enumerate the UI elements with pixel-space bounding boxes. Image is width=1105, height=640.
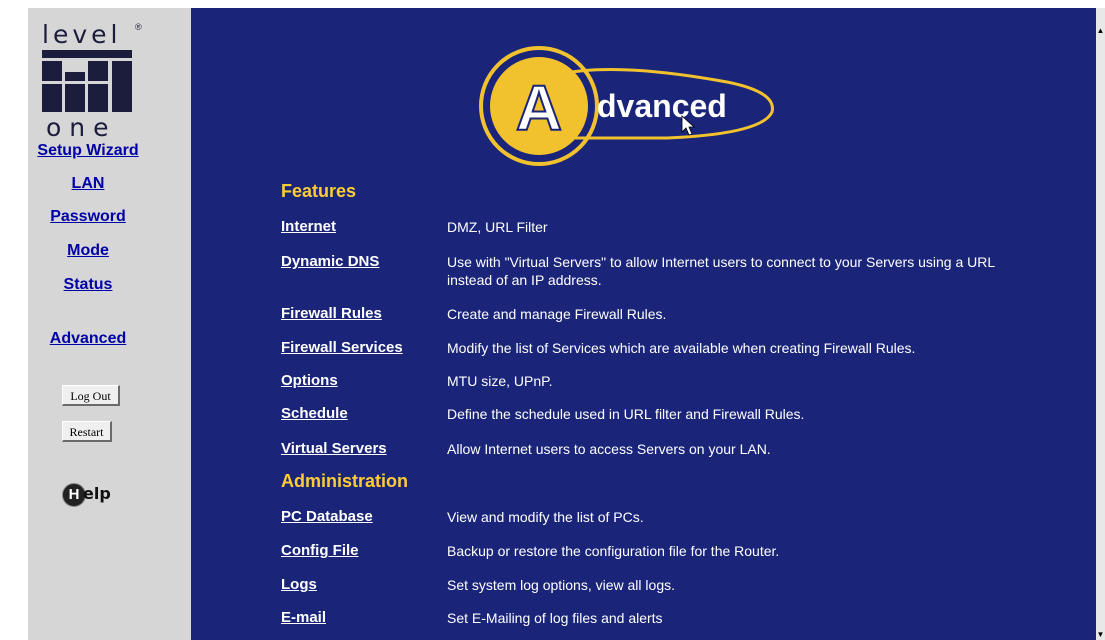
- desc-virtual-servers: Allow Internet users to access Servers o…: [447, 441, 771, 457]
- banner-letter: A: [516, 72, 562, 144]
- nav-password[interactable]: Password: [28, 208, 148, 226]
- administration-heading: Administration: [281, 471, 409, 491]
- nav-lan[interactable]: LAN: [28, 175, 148, 193]
- link-email[interactable]: E-mail: [281, 609, 326, 626]
- desc-firewall-rules: Create and manage Firewall Rules.: [447, 306, 667, 322]
- desc-logs: Set system log options, view all logs.: [447, 577, 675, 593]
- link-firewall-services[interactable]: Firewall Services: [281, 339, 403, 356]
- link-logs[interactable]: Logs: [281, 576, 317, 593]
- desc-dynamic-dns: Use with "Virtual Servers" to allow Inte…: [447, 254, 995, 288]
- main-content: A dvanced Features Internet DMZ, URL Fil…: [191, 8, 1096, 640]
- desc-options: MTU size, UPnP.: [447, 373, 553, 389]
- nav-mode[interactable]: Mode: [28, 242, 148, 260]
- desc-firewall-services: Modify the list of Services which are av…: [447, 340, 916, 356]
- logo-blocks-icon: [42, 50, 132, 112]
- logo-registered-mark: ®: [135, 22, 142, 32]
- vertical-scrollbar[interactable]: ▲ ▼: [1096, 8, 1105, 640]
- levelone-logo: level ® one: [40, 20, 150, 142]
- sidebar: level ® one Setup Wizard LAN Password Mo…: [28, 8, 191, 640]
- link-options[interactable]: Options: [281, 372, 338, 389]
- link-firewall-rules[interactable]: Firewall Rules: [281, 305, 382, 322]
- desc-pc-database: View and modify the list of PCs.: [447, 509, 644, 525]
- link-virtual-servers[interactable]: Virtual Servers: [281, 440, 387, 457]
- desc-config-file: Backup or restore the configuration file…: [447, 543, 780, 559]
- link-internet[interactable]: Internet: [281, 218, 336, 235]
- banner-title: dvanced: [597, 88, 727, 124]
- link-dynamic-dns[interactable]: Dynamic DNS: [281, 253, 379, 270]
- logo-word-one: one: [46, 113, 117, 142]
- nav-setup-wizard[interactable]: Setup Wizard: [28, 142, 148, 160]
- logout-button[interactable]: Log Out: [62, 385, 120, 406]
- desc-internet: DMZ, URL Filter: [447, 219, 548, 235]
- nav-advanced[interactable]: Advanced: [28, 330, 148, 348]
- features-heading: Features: [281, 181, 357, 201]
- nav-status[interactable]: Status: [28, 276, 148, 294]
- link-config-file[interactable]: Config File: [281, 542, 359, 559]
- help-link[interactable]: H elp: [62, 482, 122, 508]
- scroll-down-icon[interactable]: ▼: [1096, 630, 1105, 640]
- logo-word-level: level: [42, 20, 122, 49]
- restart-button[interactable]: Restart: [62, 421, 112, 442]
- advanced-banner: A dvanced: [479, 46, 774, 166]
- link-pc-database[interactable]: PC Database: [281, 508, 373, 525]
- desc-email: Set E-Mailing of log files and alerts: [447, 610, 663, 626]
- scroll-up-icon[interactable]: ▲: [1096, 26, 1105, 36]
- help-label: elp: [83, 484, 111, 503]
- desc-schedule: Define the schedule used in URL filter a…: [447, 406, 805, 422]
- link-schedule[interactable]: Schedule: [281, 405, 348, 422]
